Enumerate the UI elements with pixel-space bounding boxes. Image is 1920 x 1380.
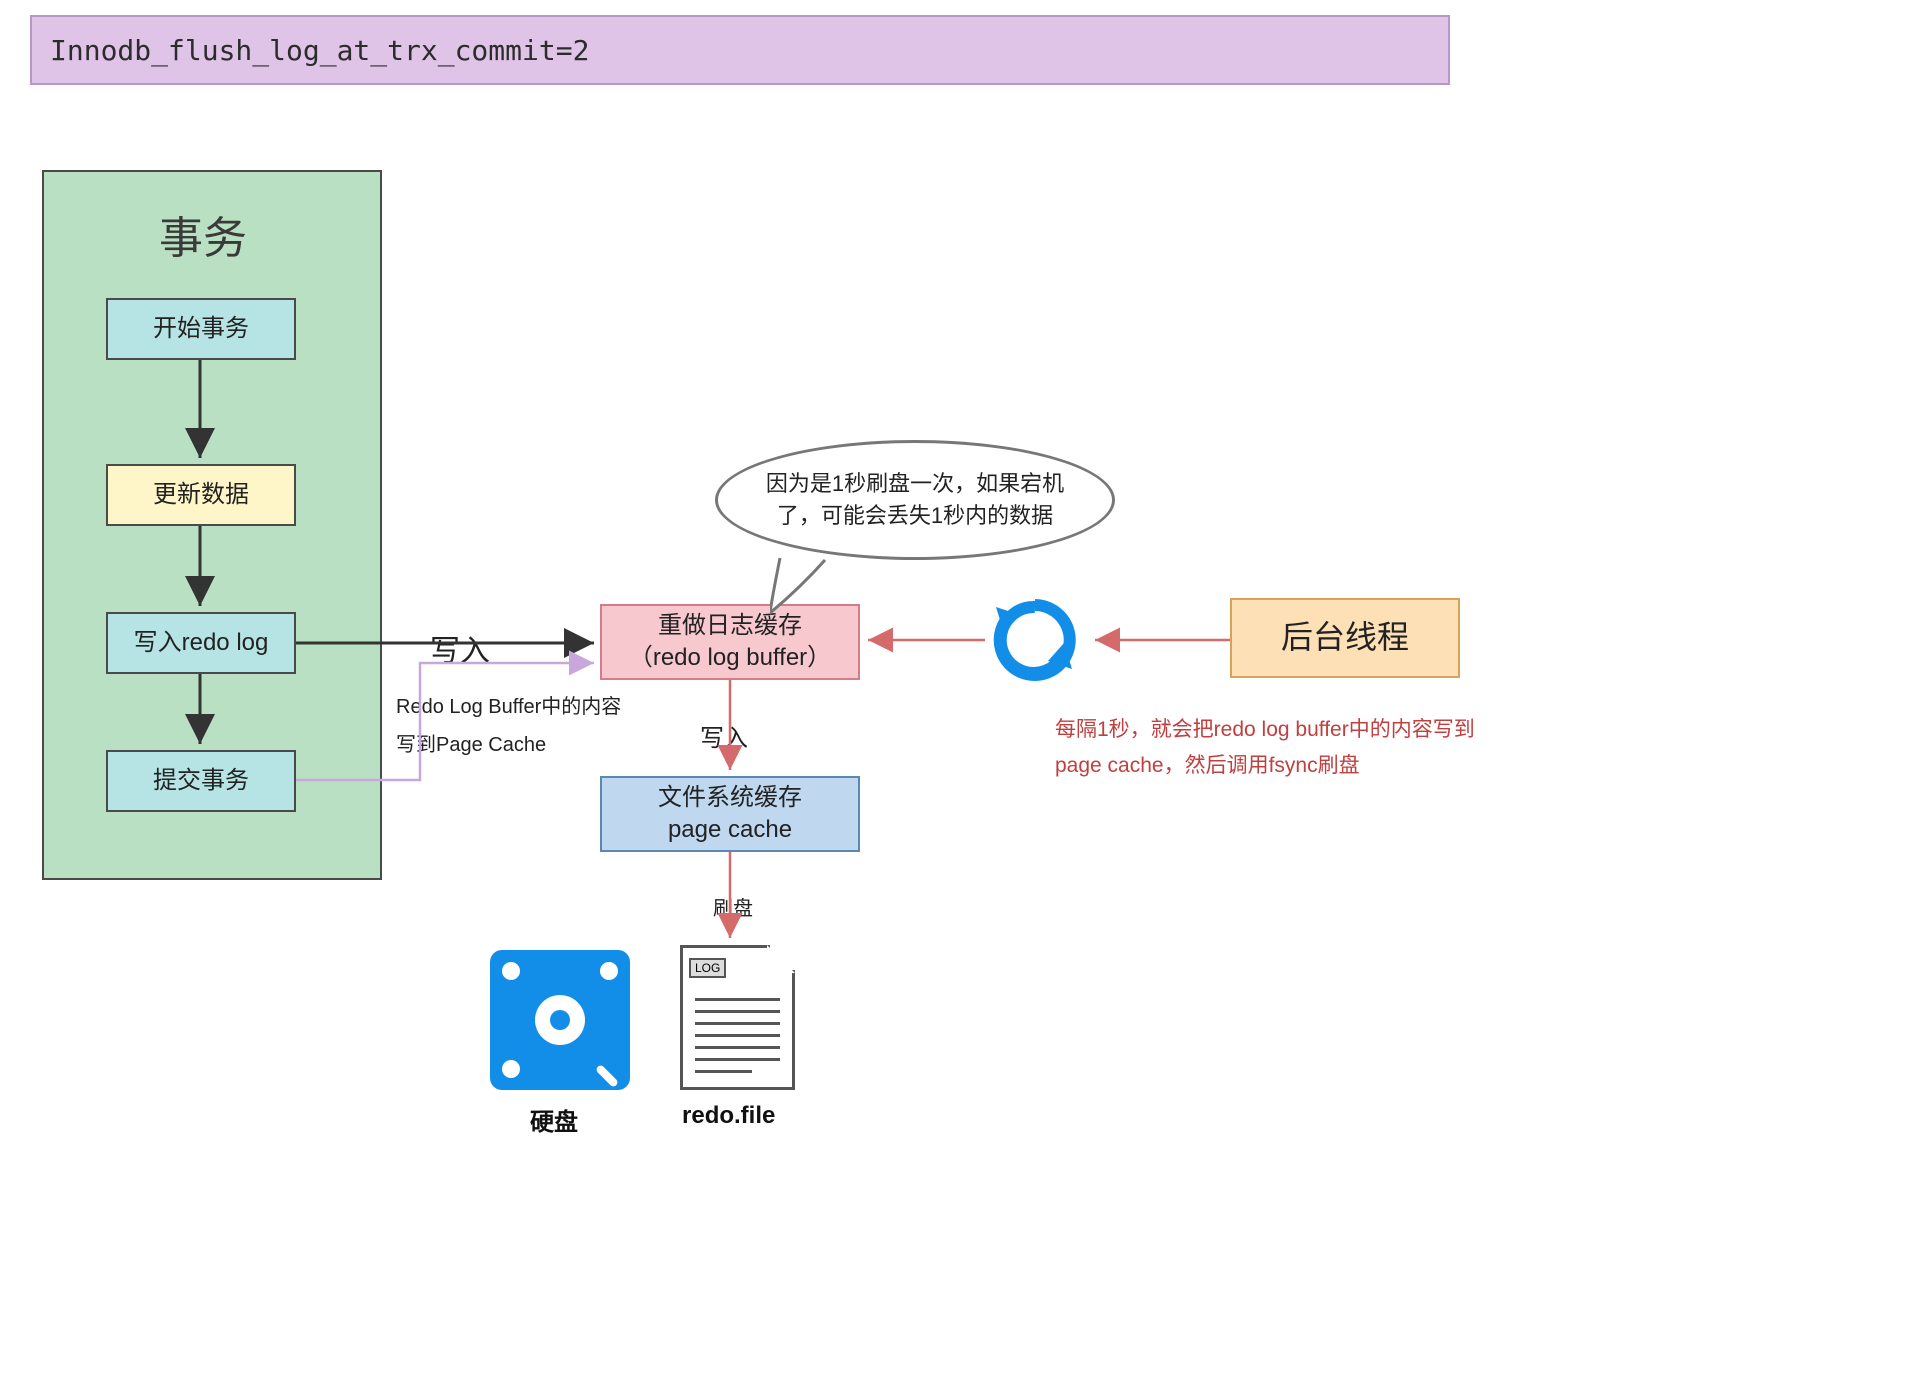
label-write2: 写入 xyxy=(700,718,748,753)
speech-text: 因为是1秒刷盘一次，如果宕机了，可能会丢失1秒内的数据 xyxy=(748,468,1082,532)
file-caption: redo.file xyxy=(682,1102,775,1130)
box-page-cache: 文件系统缓存 page cache xyxy=(600,776,860,852)
title-text: Innodb_flush_log_at_trx_commit=2 xyxy=(50,34,589,67)
title-bar: Innodb_flush_log_at_trx_commit=2 xyxy=(30,15,1450,85)
speech-tail-icon xyxy=(770,548,850,618)
redo-buffer-l2: （redo log buffer） xyxy=(629,642,831,674)
box-update-label: 更新数据 xyxy=(153,479,249,511)
pagecache-l2: page cache xyxy=(658,814,802,846)
box-commit-label: 提交事务 xyxy=(153,765,249,797)
disk-caption: 硬盘 xyxy=(530,1102,578,1137)
box-update: 更新数据 xyxy=(106,464,296,526)
label-commit-note-2: 写到Page Cache xyxy=(396,728,546,757)
label-flush: 刷盘 xyxy=(713,892,753,921)
hard-disk-icon xyxy=(490,950,630,1090)
bg-thread-label: 后台线程 xyxy=(1281,616,1409,659)
cycle-icon xyxy=(990,595,1080,685)
pagecache-l1: 文件系统缓存 xyxy=(658,782,802,814)
log-file-icon: LOG xyxy=(680,945,795,1090)
label-write: 写入 xyxy=(430,626,490,670)
box-write-redo-label: 写入redo log xyxy=(134,627,269,659)
speech-bubble: 因为是1秒刷盘一次，如果宕机了，可能会丢失1秒内的数据 xyxy=(715,440,1115,560)
box-write-redo: 写入redo log xyxy=(106,612,296,674)
label-commit-note-1: Redo Log Buffer中的内容 xyxy=(396,690,621,719)
bg-note: 每隔1秒，就会把redo log buffer中的内容写到page cache，… xyxy=(1055,712,1515,783)
box-commit: 提交事务 xyxy=(106,750,296,812)
file-tag: LOG xyxy=(689,958,726,978)
box-start-tx: 开始事务 xyxy=(106,298,296,360)
box-bg-thread: 后台线程 xyxy=(1230,598,1460,678)
transaction-heading: 事务 xyxy=(159,202,247,266)
box-start-tx-label: 开始事务 xyxy=(153,313,249,345)
